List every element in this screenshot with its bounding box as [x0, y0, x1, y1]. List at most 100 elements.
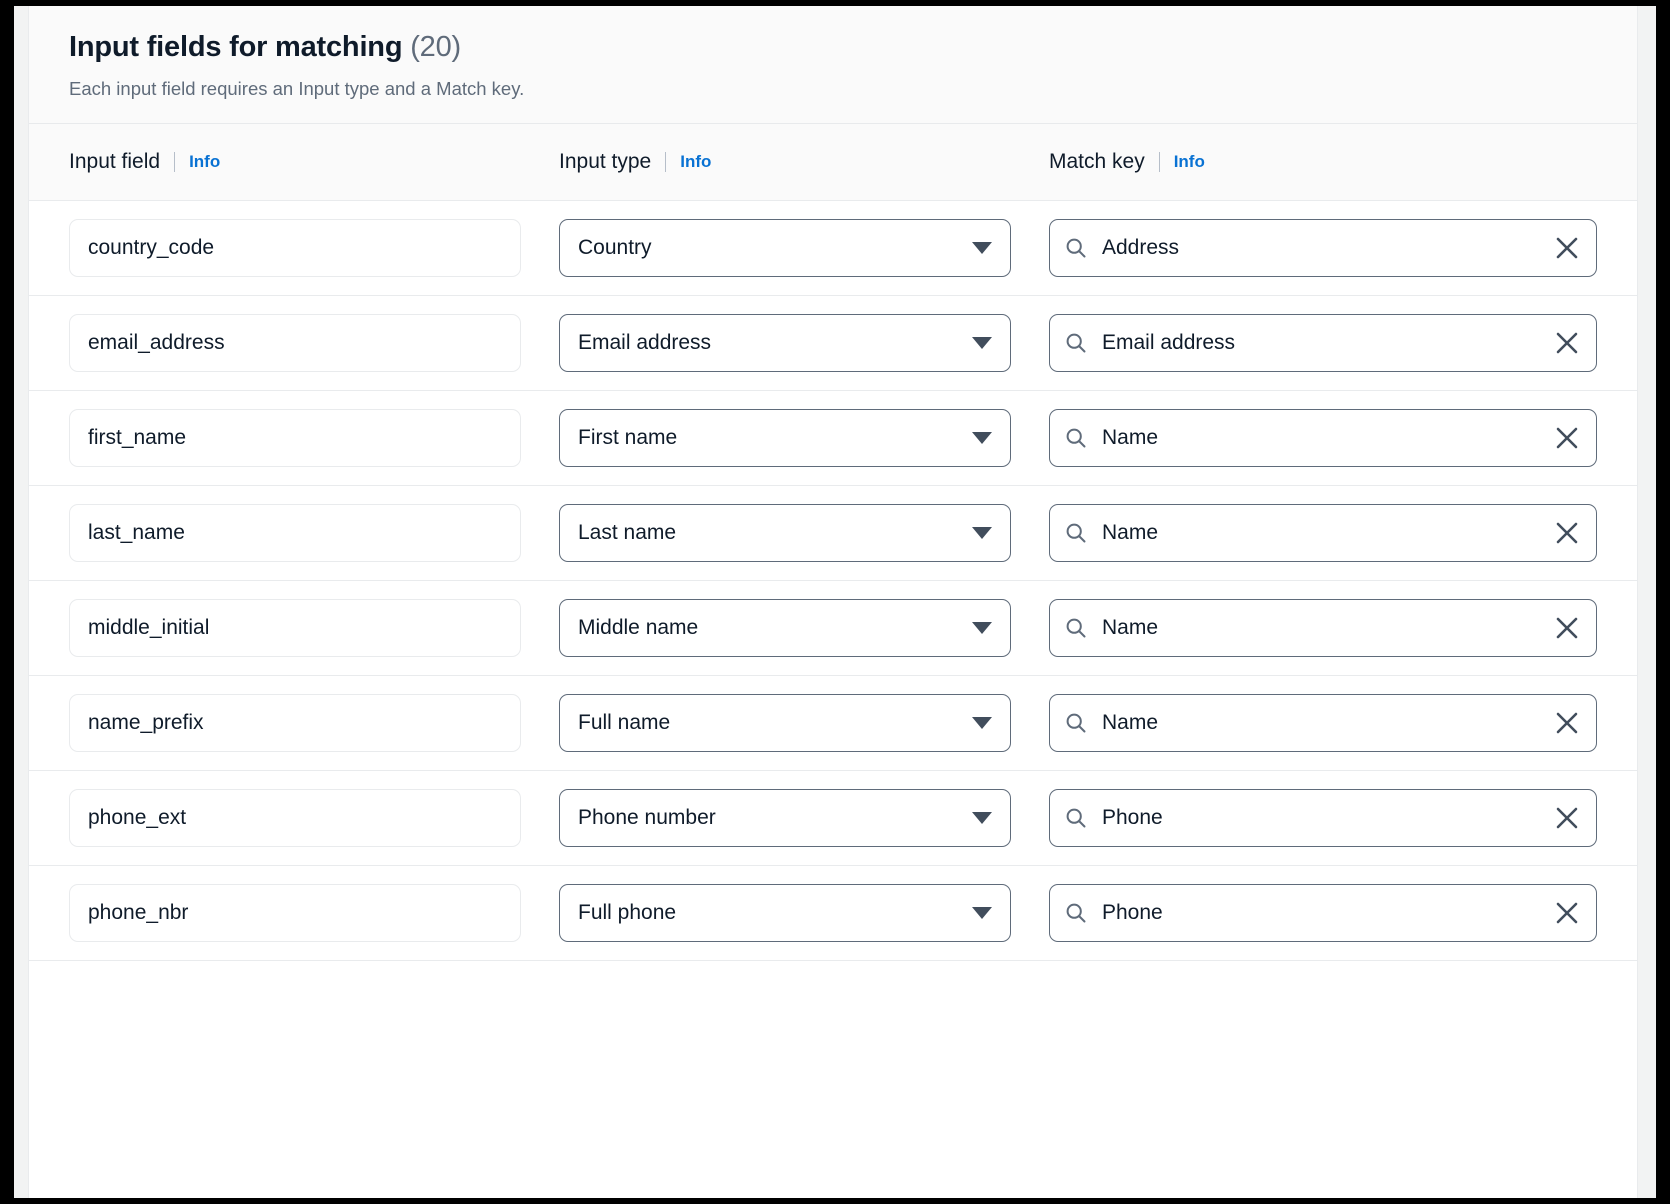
page-title-text: Input fields for matching [69, 31, 403, 63]
match-key-value: Phone [1102, 900, 1163, 924]
input-type-selected-value: Full name [578, 710, 671, 734]
input-field-name-input[interactable]: country_code [69, 218, 521, 277]
match-key-cell: Address [1049, 218, 1597, 277]
input-field-name-value: name_prefix [88, 710, 204, 734]
column-header-match-key-label: Match key [1049, 149, 1145, 173]
match-key-input[interactable]: Name [1049, 598, 1597, 657]
match-key-input[interactable]: Address [1049, 218, 1597, 277]
header-divider [1158, 151, 1160, 172]
info-link-input-type[interactable]: Info [680, 152, 711, 172]
match-key-input[interactable]: Phone [1049, 883, 1597, 942]
close-icon[interactable] [1552, 803, 1582, 833]
match-key-input[interactable]: Name [1049, 693, 1597, 752]
input-field-name-value: last_name [88, 520, 185, 544]
input-type-selected-value: Email address [578, 330, 712, 354]
match-key-input[interactable]: Name [1049, 503, 1597, 562]
close-icon[interactable] [1552, 708, 1582, 738]
input-field-name-input[interactable]: last_name [69, 503, 521, 562]
input-field-name-input[interactable]: first_name [69, 408, 521, 467]
search-icon [1064, 711, 1088, 735]
match-key-input[interactable]: Name [1049, 408, 1597, 467]
match-key-value: Name [1102, 520, 1159, 544]
input-field-name-value: country_code [88, 235, 215, 259]
page-title: Input fields for matching (20) [69, 30, 1597, 65]
input-type-select[interactable]: Email address [559, 313, 1011, 372]
input-field-name-input[interactable]: name_prefix [69, 693, 521, 752]
chevron-down-icon [972, 526, 992, 539]
search-icon [1064, 806, 1088, 830]
close-icon[interactable] [1552, 613, 1582, 643]
input-type-select[interactable]: Full phone [559, 883, 1011, 942]
match-key-cell: Name [1049, 598, 1597, 657]
search-icon [1064, 521, 1088, 545]
input-type-select[interactable]: Phone number [559, 788, 1011, 847]
match-key-cell: Name [1049, 693, 1597, 752]
search-icon [1064, 331, 1088, 355]
match-key-cell: Name [1049, 408, 1597, 467]
input-type-cell: Last name [559, 503, 1049, 562]
chevron-down-icon [972, 431, 992, 444]
input-field-name-input[interactable]: middle_initial [69, 598, 521, 657]
match-key-value: Address [1102, 235, 1180, 259]
column-header-input-field: Input field Info [69, 150, 559, 174]
input-type-cell: Full phone [559, 883, 1049, 942]
input-field-cell: country_code [69, 218, 559, 277]
close-icon[interactable] [1552, 518, 1582, 548]
input-field-name-value: first_name [88, 425, 187, 449]
search-icon [1064, 426, 1088, 450]
search-icon [1064, 901, 1088, 925]
match-key-value: Name [1102, 615, 1159, 639]
input-field-cell: middle_initial [69, 598, 559, 657]
table-row: middle_initial Middle name Name [29, 581, 1637, 676]
close-icon[interactable] [1552, 328, 1582, 358]
chevron-down-icon [972, 906, 992, 919]
match-key-input[interactable]: Phone [1049, 788, 1597, 847]
search-icon [1064, 616, 1088, 640]
close-icon[interactable] [1552, 233, 1582, 263]
match-key-value: Email address [1102, 330, 1236, 354]
match-key-input[interactable]: Email address [1049, 313, 1597, 372]
column-header-match-key: Match key Info [1049, 150, 1597, 174]
input-field-cell: name_prefix [69, 693, 559, 752]
input-type-selected-value: Country [578, 235, 652, 259]
input-field-name-value: phone_ext [88, 805, 187, 829]
input-type-selected-value: Middle name [578, 615, 699, 639]
match-key-cell: Email address [1049, 313, 1597, 372]
table-row: phone_ext Phone number Phone [29, 771, 1637, 866]
input-type-select[interactable]: Middle name [559, 598, 1011, 657]
match-key-cell: Phone [1049, 883, 1597, 942]
input-field-name-input[interactable]: phone_nbr [69, 883, 521, 942]
search-icon [1064, 236, 1088, 260]
column-header-input-field-label: Input field [69, 149, 161, 173]
input-field-name-value: middle_initial [88, 615, 210, 639]
table-row: email_address Email address Email addres… [29, 296, 1637, 391]
header-divider [665, 151, 667, 172]
match-key-cell: Name [1049, 503, 1597, 562]
input-type-select[interactable]: Country [559, 218, 1011, 277]
page-background: Input fields for matching (20) Each inpu… [14, 6, 1656, 1198]
input-field-name-input[interactable]: email_address [69, 313, 521, 372]
chevron-down-icon [972, 336, 992, 349]
chevron-down-icon [972, 621, 992, 634]
input-type-selected-value: Full phone [578, 900, 677, 924]
column-header-row: Input field Info Input type Info Match k… [29, 123, 1637, 201]
close-icon[interactable] [1552, 423, 1582, 453]
input-type-selected-value: Phone number [578, 805, 716, 829]
header-divider [174, 151, 176, 172]
input-type-select[interactable]: First name [559, 408, 1011, 467]
table-row: first_name First name Name [29, 391, 1637, 486]
table-row: country_code Country Address [29, 201, 1637, 296]
input-field-cell: first_name [69, 408, 559, 467]
input-field-cell: email_address [69, 313, 559, 372]
info-link-match-key[interactable]: Info [1174, 152, 1205, 172]
input-field-name-input[interactable]: phone_ext [69, 788, 521, 847]
input-type-cell: Middle name [559, 598, 1049, 657]
page-subtitle: Each input field requires an Input type … [69, 77, 525, 99]
input-type-select[interactable]: Full name [559, 693, 1011, 752]
column-header-input-type: Input type Info [559, 150, 1049, 174]
table-row: name_prefix Full name Name [29, 676, 1637, 771]
input-type-cell: Email address [559, 313, 1049, 372]
input-type-select[interactable]: Last name [559, 503, 1011, 562]
close-icon[interactable] [1552, 898, 1582, 928]
info-link-input-field[interactable]: Info [189, 152, 220, 172]
